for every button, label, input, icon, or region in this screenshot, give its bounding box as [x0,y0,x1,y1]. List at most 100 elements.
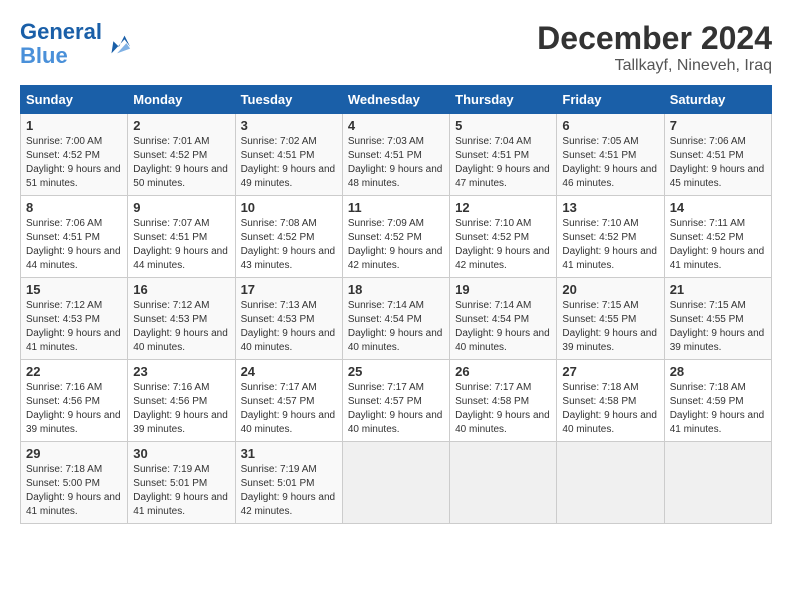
day-number: 25 [348,364,444,379]
day-detail: Sunrise: 7:12 AM Sunset: 4:53 PM Dayligh… [133,299,229,355]
calendar-day-cell: 7 Sunrise: 7:06 AM Sunset: 4:51 PM Dayli… [664,114,771,196]
calendar-day-cell: 30 Sunrise: 7:19 AM Sunset: 5:01 PM Dayl… [128,442,235,524]
logo-icon [104,30,132,58]
calendar-table: SundayMondayTuesdayWednesdayThursdayFrid… [20,85,772,524]
day-detail: Sunrise: 7:02 AM Sunset: 4:51 PM Dayligh… [241,135,337,191]
day-detail: Sunrise: 7:18 AM Sunset: 4:59 PM Dayligh… [670,381,766,437]
day-detail: Sunrise: 7:09 AM Sunset: 4:52 PM Dayligh… [348,217,444,273]
day-number: 8 [26,200,122,215]
calendar-day-cell: 23 Sunrise: 7:16 AM Sunset: 4:56 PM Dayl… [128,360,235,442]
calendar-day-cell: 1 Sunrise: 7:00 AM Sunset: 4:52 PM Dayli… [21,114,128,196]
empty-cell [342,442,449,524]
calendar-day-cell: 22 Sunrise: 7:16 AM Sunset: 4:56 PM Dayl… [21,360,128,442]
day-detail: Sunrise: 7:19 AM Sunset: 5:01 PM Dayligh… [133,463,229,519]
calendar-day-cell: 15 Sunrise: 7:12 AM Sunset: 4:53 PM Dayl… [21,278,128,360]
calendar-week-row: 1 Sunrise: 7:00 AM Sunset: 4:52 PM Dayli… [21,114,772,196]
day-detail: Sunrise: 7:15 AM Sunset: 4:55 PM Dayligh… [562,299,658,355]
calendar-day-cell: 16 Sunrise: 7:12 AM Sunset: 4:53 PM Dayl… [128,278,235,360]
calendar-day-cell: 14 Sunrise: 7:11 AM Sunset: 4:52 PM Dayl… [664,196,771,278]
day-number: 3 [241,118,337,133]
calendar-day-cell: 24 Sunrise: 7:17 AM Sunset: 4:57 PM Dayl… [235,360,342,442]
day-number: 6 [562,118,658,133]
day-number: 18 [348,282,444,297]
day-detail: Sunrise: 7:14 AM Sunset: 4:54 PM Dayligh… [455,299,551,355]
day-number: 15 [26,282,122,297]
calendar-day-cell: 21 Sunrise: 7:15 AM Sunset: 4:55 PM Dayl… [664,278,771,360]
day-number: 22 [26,364,122,379]
calendar-day-cell: 31 Sunrise: 7:19 AM Sunset: 5:01 PM Dayl… [235,442,342,524]
day-header-wednesday: Wednesday [342,86,449,114]
day-header-tuesday: Tuesday [235,86,342,114]
day-detail: Sunrise: 7:08 AM Sunset: 4:52 PM Dayligh… [241,217,337,273]
calendar-week-row: 29 Sunrise: 7:18 AM Sunset: 5:00 PM Dayl… [21,442,772,524]
day-header-sunday: Sunday [21,86,128,114]
day-number: 27 [562,364,658,379]
calendar-day-cell: 18 Sunrise: 7:14 AM Sunset: 4:54 PM Dayl… [342,278,449,360]
month-title: December 2024 [537,20,772,57]
day-number: 2 [133,118,229,133]
calendar-day-cell: 29 Sunrise: 7:18 AM Sunset: 5:00 PM Dayl… [21,442,128,524]
day-header-thursday: Thursday [450,86,557,114]
day-detail: Sunrise: 7:16 AM Sunset: 4:56 PM Dayligh… [26,381,122,437]
day-detail: Sunrise: 7:00 AM Sunset: 4:52 PM Dayligh… [26,135,122,191]
calendar-day-cell: 10 Sunrise: 7:08 AM Sunset: 4:52 PM Dayl… [235,196,342,278]
logo: General Blue [20,20,132,68]
calendar-day-cell: 5 Sunrise: 7:04 AM Sunset: 4:51 PM Dayli… [450,114,557,196]
calendar-day-cell: 19 Sunrise: 7:14 AM Sunset: 4:54 PM Dayl… [450,278,557,360]
day-number: 16 [133,282,229,297]
day-number: 24 [241,364,337,379]
day-number: 10 [241,200,337,215]
calendar-day-cell: 28 Sunrise: 7:18 AM Sunset: 4:59 PM Dayl… [664,360,771,442]
day-detail: Sunrise: 7:07 AM Sunset: 4:51 PM Dayligh… [133,217,229,273]
calendar-day-cell: 2 Sunrise: 7:01 AM Sunset: 4:52 PM Dayli… [128,114,235,196]
day-detail: Sunrise: 7:05 AM Sunset: 4:51 PM Dayligh… [562,135,658,191]
day-number: 12 [455,200,551,215]
day-number: 9 [133,200,229,215]
calendar-week-row: 15 Sunrise: 7:12 AM Sunset: 4:53 PM Dayl… [21,278,772,360]
day-number: 29 [26,446,122,461]
calendar-day-cell: 8 Sunrise: 7:06 AM Sunset: 4:51 PM Dayli… [21,196,128,278]
day-number: 5 [455,118,551,133]
day-detail: Sunrise: 7:18 AM Sunset: 5:00 PM Dayligh… [26,463,122,519]
empty-cell [557,442,664,524]
day-detail: Sunrise: 7:01 AM Sunset: 4:52 PM Dayligh… [133,135,229,191]
calendar-week-row: 8 Sunrise: 7:06 AM Sunset: 4:51 PM Dayli… [21,196,772,278]
day-number: 30 [133,446,229,461]
calendar-day-cell: 27 Sunrise: 7:18 AM Sunset: 4:58 PM Dayl… [557,360,664,442]
calendar-day-cell: 26 Sunrise: 7:17 AM Sunset: 4:58 PM Dayl… [450,360,557,442]
day-detail: Sunrise: 7:16 AM Sunset: 4:56 PM Dayligh… [133,381,229,437]
calendar-week-row: 22 Sunrise: 7:16 AM Sunset: 4:56 PM Dayl… [21,360,772,442]
day-detail: Sunrise: 7:10 AM Sunset: 4:52 PM Dayligh… [455,217,551,273]
day-number: 11 [348,200,444,215]
day-number: 21 [670,282,766,297]
day-detail: Sunrise: 7:17 AM Sunset: 4:57 PM Dayligh… [348,381,444,437]
day-detail: Sunrise: 7:15 AM Sunset: 4:55 PM Dayligh… [670,299,766,355]
day-detail: Sunrise: 7:13 AM Sunset: 4:53 PM Dayligh… [241,299,337,355]
day-number: 23 [133,364,229,379]
day-detail: Sunrise: 7:04 AM Sunset: 4:51 PM Dayligh… [455,135,551,191]
calendar-day-cell: 25 Sunrise: 7:17 AM Sunset: 4:57 PM Dayl… [342,360,449,442]
calendar-day-cell: 4 Sunrise: 7:03 AM Sunset: 4:51 PM Dayli… [342,114,449,196]
calendar-day-cell: 20 Sunrise: 7:15 AM Sunset: 4:55 PM Dayl… [557,278,664,360]
calendar-day-cell: 12 Sunrise: 7:10 AM Sunset: 4:52 PM Dayl… [450,196,557,278]
day-number: 20 [562,282,658,297]
day-detail: Sunrise: 7:06 AM Sunset: 4:51 PM Dayligh… [26,217,122,273]
calendar-day-cell: 6 Sunrise: 7:05 AM Sunset: 4:51 PM Dayli… [557,114,664,196]
day-number: 14 [670,200,766,215]
calendar-day-cell: 11 Sunrise: 7:09 AM Sunset: 4:52 PM Dayl… [342,196,449,278]
day-number: 26 [455,364,551,379]
location-title: Tallkayf, Nineveh, Iraq [537,57,772,75]
day-detail: Sunrise: 7:03 AM Sunset: 4:51 PM Dayligh… [348,135,444,191]
title-block: December 2024 Tallkayf, Nineveh, Iraq [537,20,772,75]
empty-cell [450,442,557,524]
day-number: 28 [670,364,766,379]
day-detail: Sunrise: 7:11 AM Sunset: 4:52 PM Dayligh… [670,217,766,273]
calendar-day-cell: 17 Sunrise: 7:13 AM Sunset: 4:53 PM Dayl… [235,278,342,360]
day-number: 19 [455,282,551,297]
day-header-monday: Monday [128,86,235,114]
empty-cell [664,442,771,524]
day-detail: Sunrise: 7:17 AM Sunset: 4:58 PM Dayligh… [455,381,551,437]
day-number: 17 [241,282,337,297]
day-detail: Sunrise: 7:06 AM Sunset: 4:51 PM Dayligh… [670,135,766,191]
day-detail: Sunrise: 7:10 AM Sunset: 4:52 PM Dayligh… [562,217,658,273]
